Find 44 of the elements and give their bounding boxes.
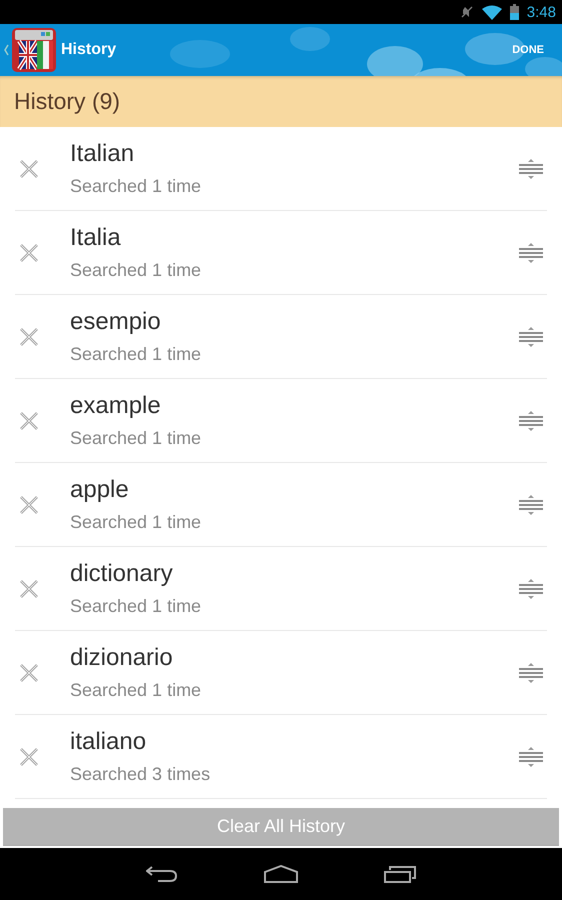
done-button[interactable]: DONE — [508, 40, 548, 60]
history-word[interactable]: apple — [70, 476, 519, 504]
search-count: Searched 3 times — [70, 764, 212, 785]
history-word[interactable]: dictionary — [70, 560, 519, 588]
drag-handle-icon[interactable] — [519, 746, 543, 768]
history-word[interactable]: Italia — [70, 224, 519, 252]
drag-handle-icon[interactable] — [519, 410, 543, 432]
header-title: History (9) — [14, 88, 120, 115]
drag-handle-icon[interactable] — [519, 662, 543, 684]
search-count: Searched 1 time — [70, 596, 202, 617]
history-word[interactable]: dizionario — [70, 644, 519, 672]
wifi-icon — [482, 4, 502, 20]
close-icon — [20, 160, 38, 178]
close-icon — [20, 496, 38, 514]
close-icon — [20, 328, 38, 346]
history-word[interactable]: italiano — [70, 728, 519, 756]
muted-icon — [460, 5, 474, 19]
close-icon — [20, 244, 38, 262]
back-icon[interactable] — [146, 865, 178, 883]
drag-handle-icon[interactable] — [519, 158, 543, 180]
screen-title: History — [61, 41, 116, 59]
book-flags-icon — [11, 27, 57, 73]
clock-time: 3:48 — [526, 4, 556, 20]
drag-handle-icon[interactable] — [519, 578, 543, 600]
close-icon — [20, 748, 38, 766]
search-count: Searched 1 time — [70, 344, 202, 365]
back-caret-icon — [4, 44, 9, 56]
search-count: Searched 1 time — [70, 512, 202, 533]
close-icon — [20, 580, 38, 598]
search-count: Searched 1 time — [70, 680, 202, 701]
search-count: Searched 1 time — [70, 176, 202, 197]
history-word[interactable]: Italian — [70, 140, 519, 168]
history-word[interactable]: esempio — [70, 308, 519, 336]
recent-apps-icon[interactable] — [384, 865, 416, 883]
close-icon — [20, 412, 38, 430]
home-icon[interactable] — [264, 865, 298, 883]
close-icon — [20, 664, 38, 682]
drag-handle-icon[interactable] — [519, 494, 543, 516]
drag-handle-icon[interactable] — [519, 326, 543, 348]
search-count: Searched 1 time — [70, 428, 202, 449]
history-word[interactable]: example — [70, 392, 519, 420]
drag-handle-icon[interactable] — [519, 242, 543, 264]
search-count: Searched 1 time — [70, 260, 202, 281]
battery-icon — [510, 4, 519, 20]
